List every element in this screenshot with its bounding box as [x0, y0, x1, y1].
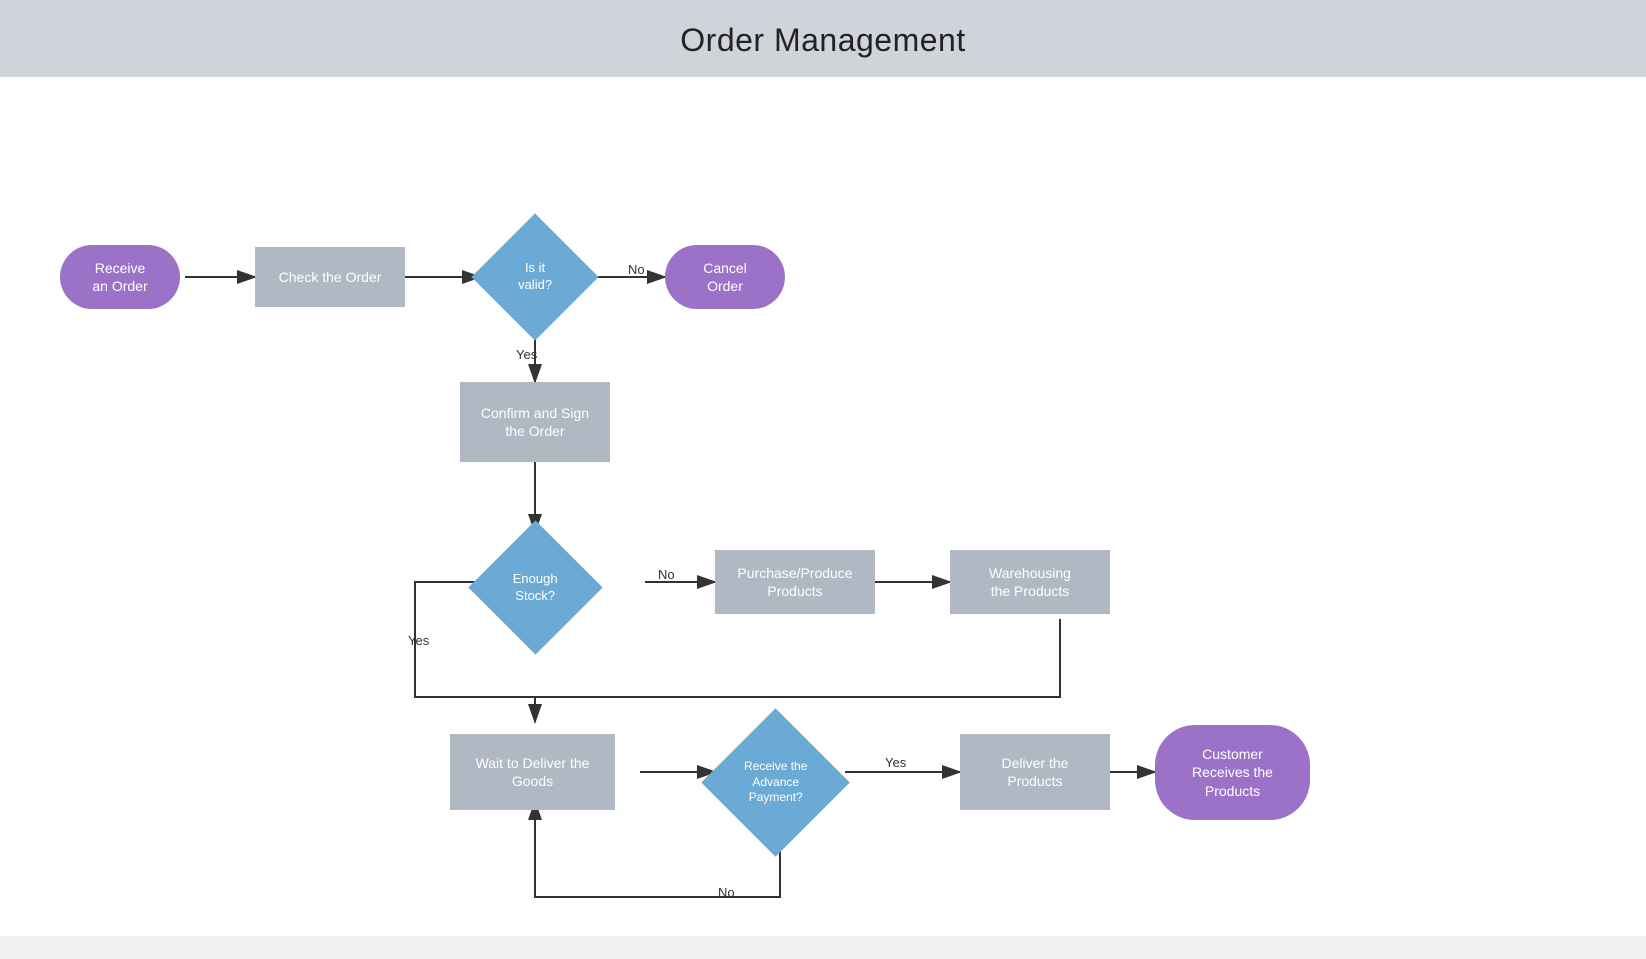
receive-payment-node: Receive the Advance Payment? [700, 722, 850, 842]
wait-deliver-node: Wait to Deliver the Goods [450, 734, 615, 810]
deliver-products-node: Deliver the Products [960, 734, 1110, 810]
check-order-node: Check the Order [255, 247, 405, 307]
no3-label: No [718, 885, 735, 900]
yes3-label: Yes [885, 755, 906, 770]
confirm-sign-node: Confirm and Sign the Order [460, 382, 610, 462]
yes1-label: Yes [516, 347, 537, 362]
enough-stock-node: Enough Stock? [470, 532, 600, 642]
purchase-produce-node: Purchase/Produce Products [715, 550, 875, 614]
diagram-canvas: No Yes No Yes Yes No Receive an Order Ch… [0, 77, 1646, 936]
is-valid-node: Is it valid? [470, 222, 600, 332]
cancel-order-node: Cancel Order [665, 245, 785, 309]
receive-order-node: Receive an Order [60, 245, 180, 309]
customer-receives-node: Customer Receives the Products [1155, 725, 1310, 820]
warehousing-node: Warehousing the Products [950, 550, 1110, 614]
page-header: Order Management [0, 0, 1646, 77]
no2-label: No [658, 567, 675, 582]
page-title: Order Management [0, 22, 1646, 59]
no1-label: No [628, 262, 645, 277]
yes2-label: Yes [408, 633, 429, 648]
